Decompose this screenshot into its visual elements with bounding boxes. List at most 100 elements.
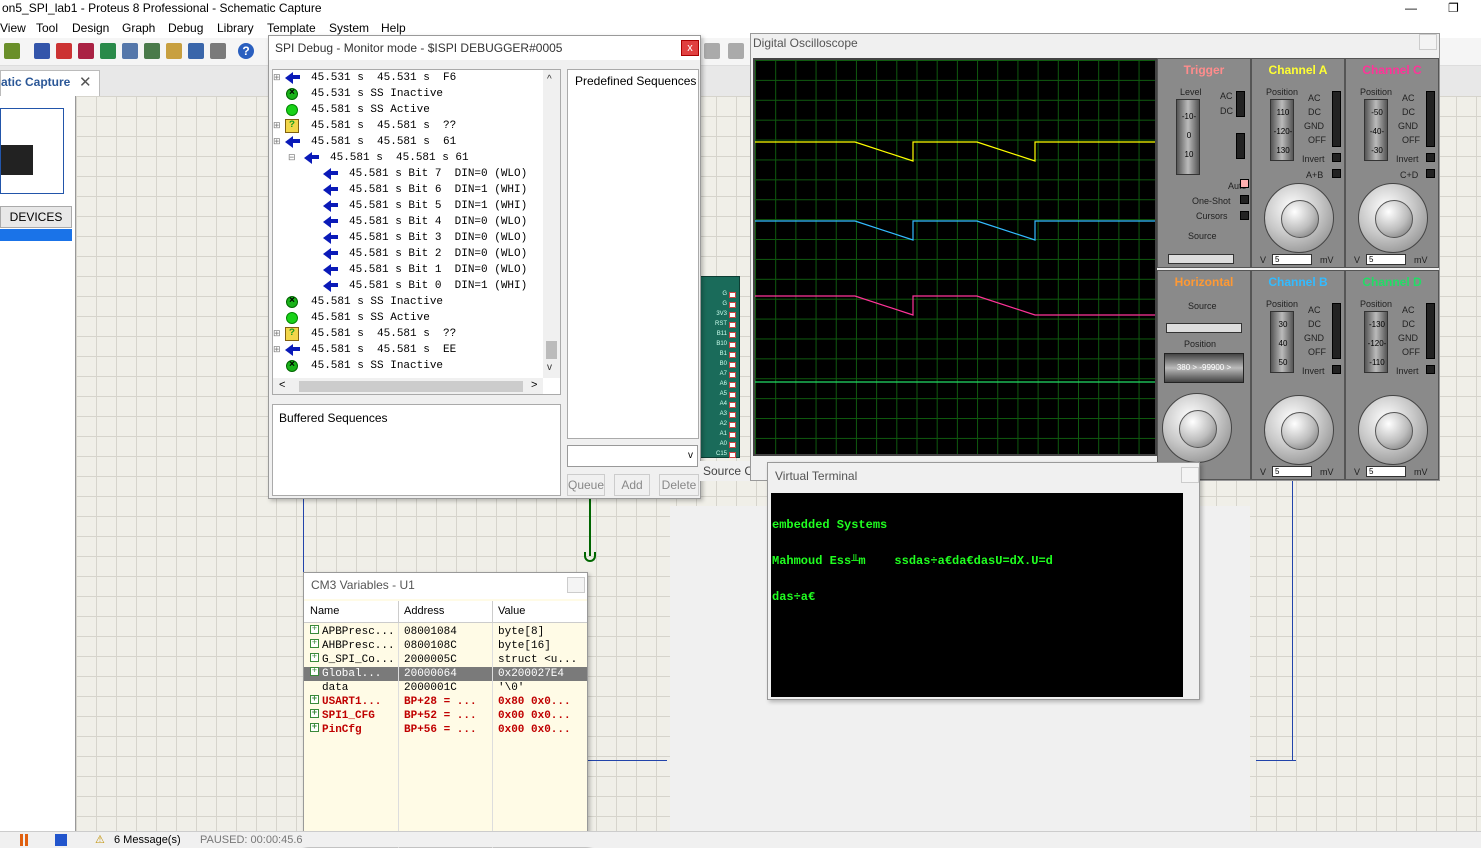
variable-row[interactable]: + G_SPI_Co... 2000005C struct <u... xyxy=(304,653,587,667)
hscroll-thumb[interactable] xyxy=(299,381,523,392)
sequence-dropdown[interactable]: v xyxy=(567,445,698,467)
tab-close-icon[interactable]: ✕ xyxy=(79,73,92,91)
source-icon[interactable] xyxy=(166,43,182,59)
channel-d-invert-checkbox[interactable] xyxy=(1426,365,1435,374)
menu-design[interactable]: Design xyxy=(72,21,109,35)
devices-selected-row[interactable] xyxy=(0,229,72,241)
trigger-edge-switch[interactable] xyxy=(1236,133,1245,159)
trigger-level-slider[interactable]: -10- 0 10 xyxy=(1176,99,1200,175)
menu-view[interactable]: View xyxy=(0,21,26,35)
board-pin-pad[interactable] xyxy=(729,442,736,448)
column-value-header[interactable]: Value xyxy=(498,605,525,617)
cm3-variables-window[interactable]: CM3 Variables - U1 Name Address Value + A… xyxy=(303,572,588,848)
spi-trace-row[interactable]: ⊞? 45.581 s 45.581 s ?? xyxy=(273,118,541,134)
spi-trace-row[interactable]: ⊞ 45.581 s 45.581 s 61 xyxy=(273,134,541,150)
virtual-terminal-window[interactable]: Virtual Terminal embedded Systems Mahmou… xyxy=(767,462,1200,700)
column-name-header[interactable]: Name xyxy=(310,605,339,617)
expand-icon[interactable]: + xyxy=(310,723,319,732)
virtual-terminal-close-button[interactable] xyxy=(1181,467,1199,483)
column-address-header[interactable]: Address xyxy=(404,605,444,617)
predefined-sequences-list[interactable]: Predefined Sequences xyxy=(567,69,699,439)
print-icon[interactable] xyxy=(704,43,720,59)
menu-template[interactable]: Template xyxy=(267,21,316,35)
spi-trace-row[interactable]: 45.581 s Bit 0 DIN=1 (WHI) xyxy=(273,278,541,294)
spi-trace-row[interactable]: ⊞ 45.581 s 45.581 s EE xyxy=(273,342,541,358)
channel-c-coupling-switch[interactable] xyxy=(1426,91,1435,147)
spi-trace-row[interactable]: ⊟ 45.581 s 45.581 s 61 xyxy=(273,150,541,166)
channel-a-position-slider[interactable]: 110 -120- 130 xyxy=(1270,99,1294,161)
scroll-thumb[interactable] xyxy=(546,341,557,359)
minimize-button[interactable]: — xyxy=(1405,0,1417,16)
import-icon[interactable] xyxy=(4,43,20,59)
channel-b-position-slider[interactable]: 30 40 50 xyxy=(1270,311,1294,373)
restore-button[interactable]: ❐ xyxy=(1448,0,1459,16)
board-pin-pad[interactable] xyxy=(729,322,736,328)
overview-window[interactable] xyxy=(0,108,64,194)
board-pin-pad[interactable] xyxy=(729,302,736,308)
spi-trace-row[interactable]: 45.581 s Bit 1 DIN=0 (WLO) xyxy=(273,262,541,278)
trigger-coupling-switch[interactable] xyxy=(1236,91,1245,117)
board-pin-pad[interactable] xyxy=(729,332,736,338)
expand-icon[interactable]: + xyxy=(310,667,319,676)
pcb-icon[interactable] xyxy=(78,43,94,59)
channel-a-volts-knob[interactable] xyxy=(1264,183,1334,253)
spi-trace-row[interactable]: × 45.581 s SS Inactive xyxy=(273,294,541,310)
channel-b-invert-checkbox[interactable] xyxy=(1332,365,1341,374)
board-pin-pad[interactable] xyxy=(729,432,736,438)
vsm-icon[interactable] xyxy=(188,43,204,59)
tree-expander-icon[interactable]: ⊞ xyxy=(273,326,281,342)
variable-row[interactable]: data 2000001C '\0' xyxy=(304,681,587,695)
spi-trace-row[interactable]: ⊞? 45.581 s 45.581 s ?? xyxy=(273,326,541,342)
tab-schematic-capture[interactable]: atic Capture ✕ xyxy=(0,70,100,96)
spi-trace-row[interactable]: 45.581 s Bit 6 DIN=1 (WHI) xyxy=(273,182,541,198)
spi-trace-row[interactable]: ⊞ 45.531 s 45.531 s F6 xyxy=(273,70,541,86)
board-pin-pad[interactable] xyxy=(729,452,736,458)
spi-trace-row[interactable]: 45.581 s SS Active xyxy=(273,102,541,118)
scroll-up-icon[interactable]: ^ xyxy=(547,74,552,85)
delete-button[interactable]: Delete xyxy=(659,474,699,496)
library-icon[interactable] xyxy=(210,43,226,59)
trigger-oneshot-checkbox[interactable] xyxy=(1240,195,1249,204)
spi-close-button[interactable]: x xyxy=(681,40,699,56)
menu-help[interactable]: Help xyxy=(381,21,406,35)
expand-icon[interactable]: + xyxy=(310,709,319,718)
horizontal-timebase-knob[interactable] xyxy=(1162,393,1232,463)
variable-row[interactable]: + APBPresc... 08001084 byte[8] xyxy=(304,625,587,639)
channel-a-sum-checkbox[interactable] xyxy=(1332,169,1341,178)
devices-header[interactable]: DEVICES xyxy=(0,206,72,228)
scroll-left-icon[interactable]: < xyxy=(279,379,285,391)
spi-trace-row[interactable]: 45.581 s Bit 7 DIN=0 (WLO) xyxy=(273,166,541,182)
channel-b-volts-knob[interactable] xyxy=(1264,395,1334,465)
board-pin-pad[interactable] xyxy=(729,362,736,368)
board-pin-pad[interactable] xyxy=(729,382,736,388)
tree-expander-icon[interactable]: ⊞ xyxy=(273,134,281,150)
spi-vertical-scrollbar[interactable]: ^ v xyxy=(543,70,560,378)
bom-icon[interactable] xyxy=(144,43,160,59)
channel-d-volts-knob[interactable] xyxy=(1358,395,1428,465)
menu-system[interactable]: System xyxy=(329,21,369,35)
scroll-right-icon[interactable]: > xyxy=(531,379,537,391)
trigger-auto-checkbox[interactable] xyxy=(1240,179,1249,188)
cm3-close-button[interactable] xyxy=(567,577,585,593)
board-pin-pad[interactable] xyxy=(729,422,736,428)
help-icon[interactable]: ? xyxy=(238,43,254,59)
variable-row[interactable]: + AHBPresc... 0800108C byte[16] xyxy=(304,639,587,653)
channel-d-coupling-switch[interactable] xyxy=(1426,303,1435,359)
board-pin-pad[interactable] xyxy=(729,312,736,318)
channel-c-sum-checkbox[interactable] xyxy=(1426,169,1435,178)
horizontal-position-dial[interactable]: 380 > -99900 > xyxy=(1164,353,1244,383)
expand-icon[interactable]: + xyxy=(310,653,319,662)
expand-icon[interactable]: + xyxy=(310,695,319,704)
expand-icon[interactable]: + xyxy=(310,625,319,634)
expand-icon[interactable]: + xyxy=(310,639,319,648)
channel-c-invert-checkbox[interactable] xyxy=(1426,153,1435,162)
menu-tool[interactable]: Tool xyxy=(36,21,58,35)
spi-trace-row[interactable]: × 45.531 s SS Inactive xyxy=(273,86,541,102)
spi-trace-row[interactable]: 45.581 s Bit 2 DIN=0 (WLO) xyxy=(273,246,541,262)
channel-c-position-slider[interactable]: -50 -40- -30 xyxy=(1364,99,1388,161)
channel-a-invert-checkbox[interactable] xyxy=(1332,153,1341,162)
terminal-output[interactable]: embedded Systems Mahmoud Ess╨m ssdas÷a€d… xyxy=(771,493,1183,697)
menu-graph[interactable]: Graph xyxy=(122,21,155,35)
tree-collapse-icon[interactable]: ⊟ xyxy=(288,150,296,166)
menu-debug[interactable]: Debug xyxy=(168,21,203,35)
